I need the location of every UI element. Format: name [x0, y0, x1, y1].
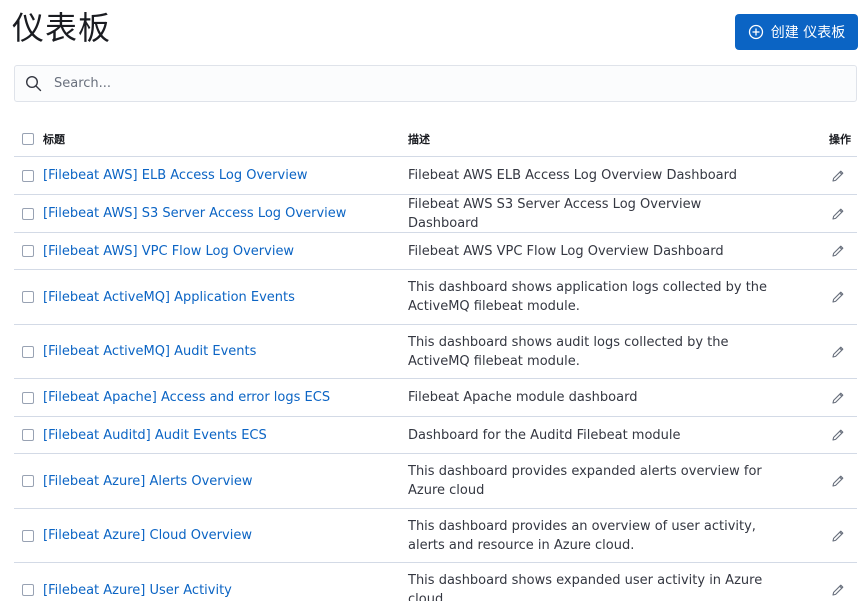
select-all-checkbox[interactable]	[22, 133, 34, 145]
pencil-icon[interactable]	[831, 169, 845, 183]
dashboards-table: 标题 描述 操作 [Filebeat AWS] ELB Access Log O…	[14, 122, 857, 601]
table-row: [Filebeat Azure] Alerts Overview This da…	[14, 454, 857, 509]
table-row: [Filebeat AWS] S3 Server Access Log Over…	[14, 195, 857, 233]
column-header-actions: 操作	[829, 133, 851, 146]
dashboard-title-link[interactable]: [Filebeat AWS] VPC Flow Log Overview	[43, 244, 294, 259]
dashboard-description: This dashboard provides an overview of u…	[408, 518, 756, 553]
plus-circle-icon	[748, 24, 764, 40]
dashboard-title-link[interactable]: [Filebeat Apache] Access and error logs …	[43, 390, 330, 405]
pencil-icon[interactable]	[831, 345, 845, 359]
create-dashboard-button[interactable]: 创建 仪表板	[735, 14, 858, 50]
dashboard-title-link[interactable]: [Filebeat AWS] S3 Server Access Log Over…	[43, 206, 346, 221]
row-checkbox[interactable]	[22, 429, 34, 441]
row-checkbox[interactable]	[22, 475, 34, 487]
pencil-icon[interactable]	[831, 391, 845, 405]
row-checkbox[interactable]	[22, 207, 34, 220]
row-checkbox[interactable]	[22, 529, 34, 542]
dashboard-description: Dashboard for the Auditd Filebeat module	[408, 427, 681, 443]
search-icon	[25, 75, 42, 92]
dashboard-description: Filebeat AWS VPC Flow Log Overview Dashb…	[408, 243, 724, 259]
page-title: 仪表板	[12, 9, 112, 47]
row-checkbox[interactable]	[22, 169, 34, 182]
dashboards-page: 仪表板 创建 仪表板 标题 描述 操作 [File	[0, 0, 865, 601]
pencil-icon[interactable]	[831, 474, 845, 488]
row-checkbox[interactable]	[22, 391, 34, 404]
table-row: [Filebeat AWS] VPC Flow Log Overview Fil…	[14, 233, 857, 270]
dashboard-title-link[interactable]: [Filebeat Azure] User Activity	[43, 583, 232, 598]
pencil-icon[interactable]	[831, 529, 845, 543]
pencil-icon[interactable]	[831, 428, 845, 442]
dashboard-title-link[interactable]: [Filebeat Azure] Cloud Overview	[43, 528, 252, 543]
dashboard-title-link[interactable]: [Filebeat ActiveMQ] Application Events	[43, 290, 295, 305]
row-checkbox[interactable]	[22, 584, 34, 596]
table-row: [Filebeat Azure] User Activity This dash…	[14, 563, 857, 601]
column-header-description: 描述	[408, 132, 430, 146]
dashboard-description: This dashboard provides expanded alerts …	[408, 464, 762, 498]
dashboard-title-link[interactable]: [Filebeat Azure] Alerts Overview	[43, 474, 253, 489]
dashboard-description: Filebeat AWS S3 Server Access Log Overvi…	[408, 196, 702, 231]
row-checkbox[interactable]	[22, 345, 34, 358]
create-dashboard-label: 创建 仪表板	[770, 25, 846, 41]
dashboard-description: Filebeat AWS ELB Access Log Overview Das…	[408, 168, 737, 183]
pencil-icon[interactable]	[831, 207, 845, 221]
dashboard-title-link[interactable]: [Filebeat ActiveMQ] Audit Events	[43, 344, 256, 359]
dashboard-title-link[interactable]: [Filebeat AWS] ELB Access Log Overview	[43, 168, 307, 183]
row-checkbox[interactable]	[22, 245, 34, 257]
table-row: [Filebeat ActiveMQ] Audit Events This da…	[14, 325, 857, 379]
pencil-icon[interactable]	[831, 290, 845, 304]
pencil-icon[interactable]	[831, 583, 845, 597]
table-row: [Filebeat ActiveMQ] Application Events T…	[14, 270, 857, 325]
dashboard-description: This dashboard shows expanded user activ…	[408, 573, 763, 601]
table-row: [Filebeat AWS] ELB Access Log Overview F…	[14, 157, 857, 195]
search-input[interactable]	[52, 67, 836, 100]
dashboard-description: This dashboard shows application logs co…	[408, 280, 768, 314]
table-header: 标题 描述 操作	[14, 122, 857, 157]
search-box	[14, 65, 857, 102]
table-row: [Filebeat Auditd] Audit Events ECS Dashb…	[14, 417, 857, 454]
row-checkbox[interactable]	[22, 291, 34, 303]
table-row: [Filebeat Apache] Access and error logs …	[14, 379, 857, 417]
dashboard-title-link[interactable]: [Filebeat Auditd] Audit Events ECS	[43, 428, 267, 443]
table-row: [Filebeat Azure] Cloud Overview This das…	[14, 509, 857, 563]
pencil-icon[interactable]	[831, 244, 845, 258]
dashboard-description: This dashboard shows audit logs collecte…	[408, 334, 729, 369]
column-header-title[interactable]: 标题	[43, 131, 65, 147]
dashboard-description: Filebeat Apache module dashboard	[408, 390, 638, 405]
